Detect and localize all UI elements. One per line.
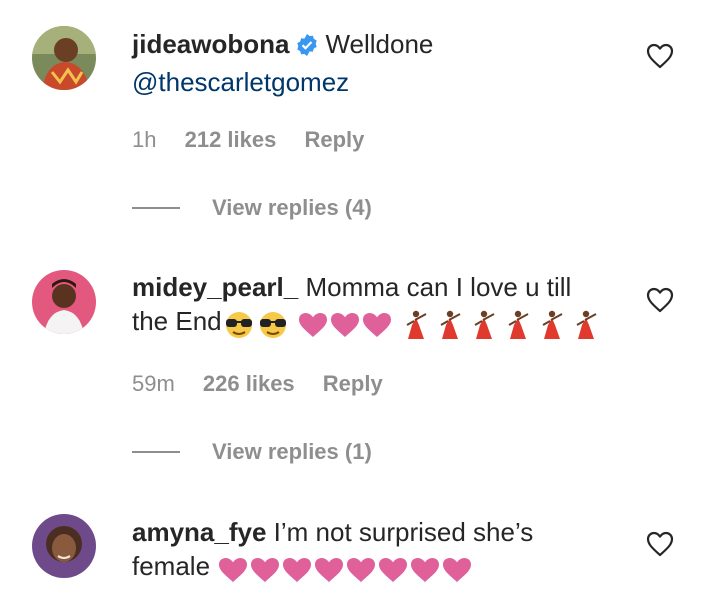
view-replies-button[interactable]: View replies (1): [132, 439, 372, 465]
comment-body: Welldone: [325, 29, 434, 59]
comment-meta: 1h 212 likes Reply: [132, 127, 386, 153]
pink-heart-icon: [379, 558, 408, 583]
comment-text: jideawobona Welldone @thescarletgomez: [132, 27, 627, 99]
divider-line: [132, 451, 180, 453]
divider-line: [132, 207, 180, 209]
emoji-row: [222, 306, 604, 341]
avatar-amyna-fye[interactable]: [32, 514, 96, 578]
avatar-image: [32, 270, 96, 334]
comment-body-line2: female: [132, 551, 211, 581]
comment-body: I’m not surprised she’s: [273, 517, 534, 547]
pink-heart-icon: [347, 558, 376, 583]
comment-meta: 59m 226 likes Reply: [132, 371, 405, 397]
comment-text: amyna_fye I’m not surprised she’s female: [132, 515, 627, 585]
pink-heart-icon: [411, 558, 440, 583]
sunglasses-emoji-icon: [259, 311, 286, 338]
pink-heart-icon: [315, 558, 344, 583]
reply-button[interactable]: Reply: [323, 371, 383, 396]
dancer-icon: [576, 310, 597, 339]
username[interactable]: midey_pearl_: [132, 272, 298, 302]
pink-heart-icon: [362, 312, 391, 337]
like-heart-icon[interactable]: [646, 287, 674, 313]
avatar-image: [32, 514, 96, 578]
mention-link[interactable]: @thescarletgomez: [132, 67, 349, 97]
dancer-icon: [440, 310, 461, 339]
dancer-icon: [542, 310, 563, 339]
avatar-midey-pearl[interactable]: [32, 270, 96, 334]
dancer-icon: [508, 310, 529, 339]
view-replies-label: View replies (4): [212, 195, 372, 220]
pink-heart-icon: [443, 558, 472, 583]
comment-body: Momma can I love u till: [305, 272, 572, 302]
comment-text: midey_pearl_ Momma can I love u till the…: [132, 270, 627, 341]
username[interactable]: amyna_fye: [132, 517, 266, 547]
like-heart-icon[interactable]: [646, 531, 674, 557]
pink-heart-icon: [251, 558, 280, 583]
emoji-row: [217, 551, 473, 585]
reply-button[interactable]: Reply: [304, 127, 364, 152]
pink-heart-icon: [219, 558, 248, 583]
view-replies-label: View replies (1): [212, 439, 372, 464]
likes-count[interactable]: 212 likes: [185, 127, 277, 152]
view-replies-button[interactable]: View replies (4): [132, 195, 372, 221]
avatar-image: [32, 26, 96, 90]
dancer-icon: [406, 310, 427, 339]
avatar-jideawobona[interactable]: [32, 26, 96, 90]
pink-heart-icon: [283, 558, 312, 583]
pink-heart-icon: [298, 312, 327, 337]
dancer-icon: [474, 310, 495, 339]
likes-count[interactable]: 226 likes: [203, 371, 295, 396]
verified-badge-icon: [295, 31, 319, 65]
comment-body-line2: the End: [132, 306, 222, 336]
like-heart-icon[interactable]: [646, 43, 674, 69]
pink-heart-icon: [330, 312, 359, 337]
username[interactable]: jideawobona: [132, 29, 289, 59]
timestamp: 59m: [132, 371, 175, 396]
sunglasses-emoji-icon: [225, 311, 252, 338]
timestamp: 1h: [132, 127, 157, 152]
